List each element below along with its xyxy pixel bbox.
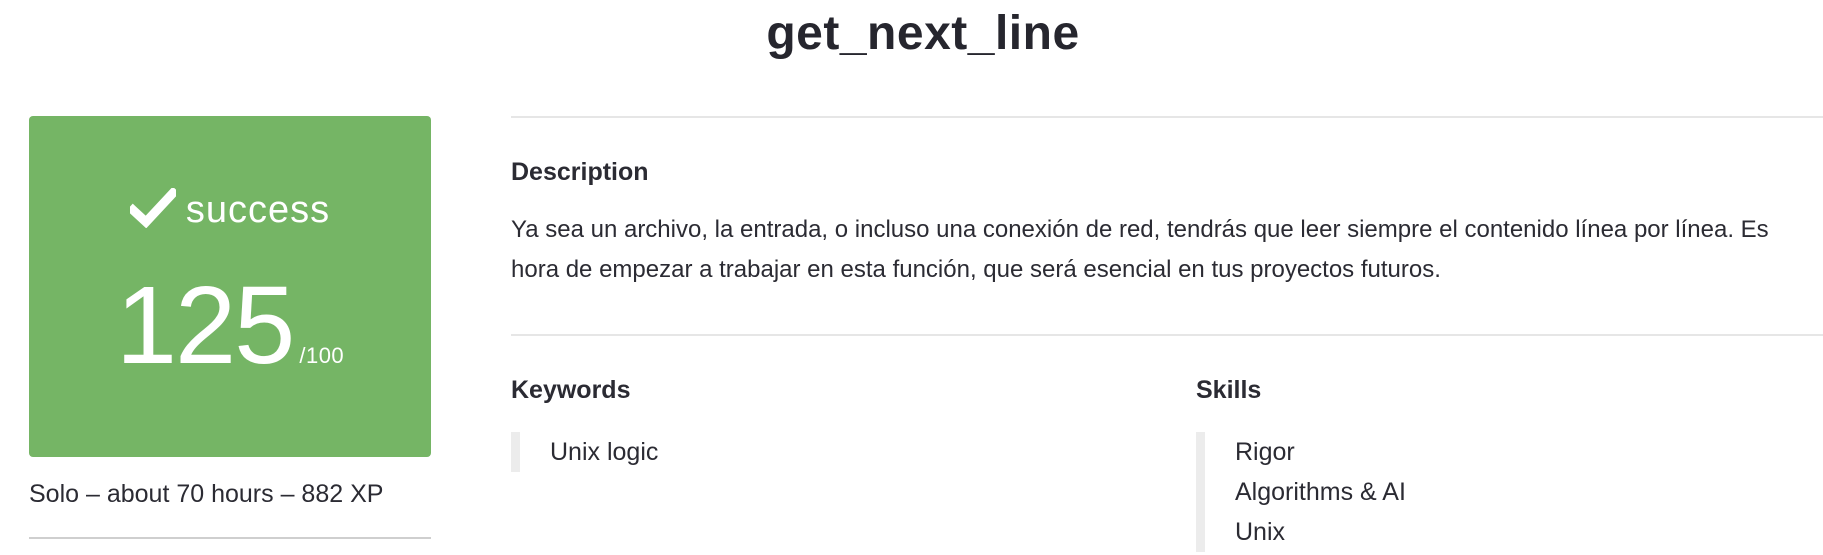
grade-max: /100 — [299, 343, 345, 368]
keywords-list: Unix logic — [511, 432, 658, 472]
description-text: Ya sea un archivo, la entrada, o incluso… — [511, 216, 1769, 283]
skills-heading: Skills — [1196, 376, 1262, 404]
description-heading: Description — [511, 158, 649, 186]
checkmark-icon — [126, 186, 180, 238]
grade-row: 125/100 — [29, 271, 431, 381]
project-title: get_next_line — [766, 7, 1080, 60]
meta-divider — [29, 537, 431, 539]
keywords-heading: Keywords — [511, 376, 631, 404]
middle-divider — [511, 334, 1823, 336]
skill-item-rigor: Rigor — [1235, 438, 1295, 466]
skills-list: Rigor Algorithms & AI Unix — [1196, 432, 1406, 552]
score-card: success 125/100 — [29, 116, 431, 457]
status-label: success — [185, 189, 331, 231]
skill-item-unix: Unix — [1235, 518, 1286, 546]
skill-item-algorithms: Algorithms & AI — [1235, 478, 1406, 506]
keyword-item: Unix logic — [550, 438, 659, 466]
project-meta: Solo – about 70 hours – 882 XP — [29, 480, 384, 508]
top-divider — [511, 116, 1823, 118]
status-row: success — [29, 186, 431, 238]
grade-value: 125 — [115, 264, 296, 387]
